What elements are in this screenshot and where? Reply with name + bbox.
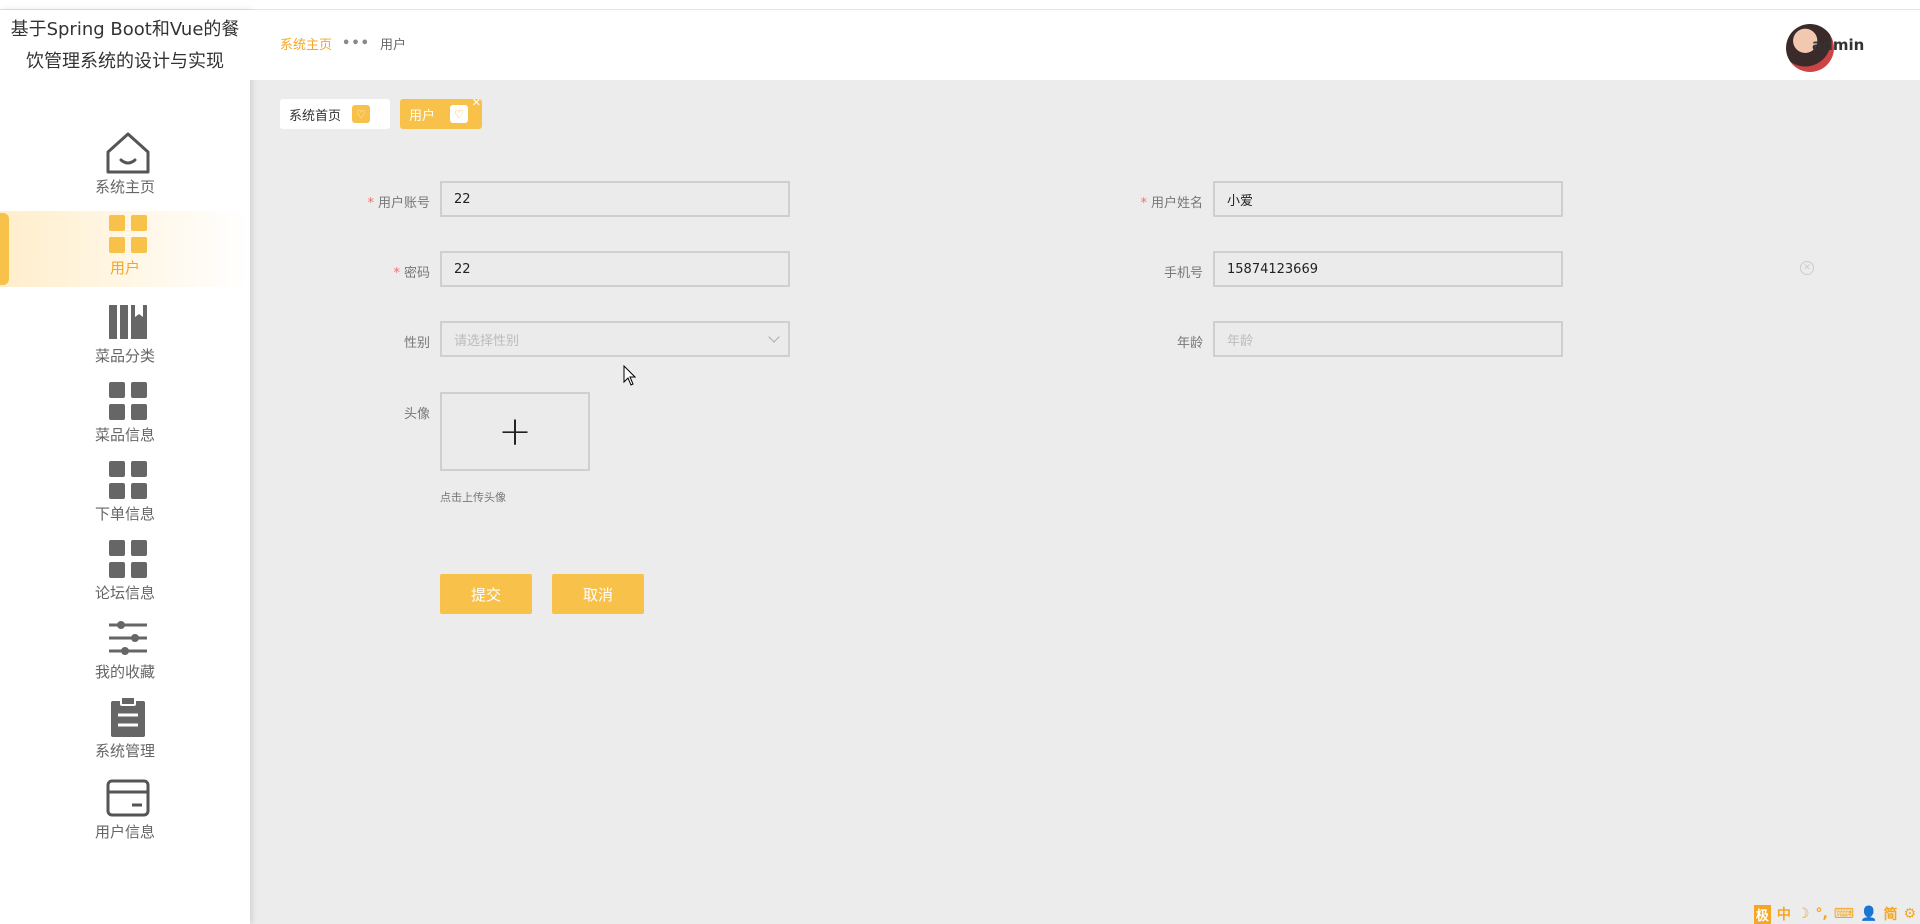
sidebar-item-label: 菜品信息 — [94, 426, 155, 444]
tab-home[interactable]: 系统首页 ♡ — [280, 99, 390, 129]
ime-simplified[interactable]: 简 — [1883, 904, 1897, 924]
sidebar-item-label: 我的收藏 — [94, 663, 155, 681]
sidebar-item-label: 系统管理 — [94, 742, 155, 760]
sidebar-item-system-admin[interactable]: 系统管理 — [0, 694, 250, 770]
heart-icon: ♡ — [352, 105, 370, 123]
sidebar-item-users[interactable]: 用户 — [0, 211, 250, 287]
plus-icon: + — [498, 408, 532, 455]
header: 系统主页 ••• 用户 admin — [250, 10, 1920, 80]
ime-logo-icon[interactable]: 极 — [1753, 904, 1771, 924]
cancel-button[interactable]: 取消 — [552, 574, 644, 614]
ime-toolbar: 极 中 ☽ °, ⌨ 👤 简 ⚙ — [1750, 904, 1920, 924]
breadcrumb-current: 用户 — [379, 38, 406, 53]
home-icon — [103, 130, 153, 176]
upload-tip: 点击上传头像 — [440, 491, 506, 504]
keyboard-icon[interactable]: ⌨ — [1834, 906, 1854, 922]
sidebar-item-label: 用户信息 — [94, 823, 155, 841]
breadcrumb-home[interactable]: 系统主页 — [280, 34, 332, 53]
password-input[interactable]: 22 — [440, 251, 790, 287]
clipboard-icon — [103, 694, 153, 740]
name-label: * 用户姓名 — [1140, 196, 1203, 211]
breadcrumb-separator: ••• — [342, 36, 370, 51]
chevron-down-icon — [768, 331, 780, 343]
grid-icon — [103, 457, 153, 503]
punctuation-icon[interactable]: °, — [1815, 906, 1827, 922]
phone-label: 手机号 — [1163, 266, 1203, 281]
sidebar: 基于Spring Boot和Vue的餐饮管理系统的设计与实现 系统主页 用户 菜… — [0, 10, 250, 924]
sidebar-item-label: 下单信息 — [94, 505, 155, 523]
account-input[interactable]: 22 — [440, 181, 790, 217]
sidebar-item-dish-category[interactable]: 菜品分类 — [0, 299, 250, 375]
grid-icon — [103, 536, 153, 582]
clear-icon[interactable]: ✕ — [1800, 261, 1814, 275]
gender-select[interactable]: 请选择性别 — [440, 321, 790, 357]
tab-users[interactable]: 用户 ♡ ✕ — [400, 96, 482, 129]
card-icon — [103, 775, 153, 821]
close-icon[interactable]: ✕ — [472, 96, 481, 109]
sidebar-item-user-info[interactable]: 用户信息 — [0, 775, 250, 851]
age-input[interactable]: 年龄 — [1213, 321, 1563, 357]
tab-label: 用户 — [409, 108, 436, 124]
submit-button[interactable]: 提交 — [440, 574, 532, 614]
ime-chinese-mode[interactable]: 中 — [1777, 904, 1791, 924]
gender-placeholder: 请选择性别 — [454, 333, 520, 349]
sidebar-item-forum-info[interactable]: 论坛信息 — [0, 536, 250, 612]
avatar-upload[interactable]: + — [440, 392, 590, 471]
age-label: 年龄 — [1176, 336, 1203, 351]
account-label: * 用户账号 — [367, 196, 430, 211]
sidebar-item-dish-info[interactable]: 菜品信息 — [0, 378, 250, 454]
grid-icon — [103, 211, 153, 257]
sidebar-item-label: 菜品分类 — [94, 347, 155, 365]
avatar-label: 头像 — [403, 407, 430, 422]
username[interactable]: admin — [1812, 36, 1864, 54]
sliders-icon — [103, 615, 153, 661]
phone-input[interactable]: 15874123669 — [1213, 251, 1563, 287]
breadcrumb: 系统主页 ••• 用户 — [280, 34, 406, 53]
app-title: 基于Spring Boot和Vue的餐饮管理系统的设计与实现 — [10, 19, 240, 72]
name-input[interactable]: 小爱 — [1213, 181, 1563, 217]
sidebar-item-label: 系统主页 — [94, 178, 155, 196]
gender-label: 性别 — [403, 336, 430, 351]
top-border — [0, 0, 1920, 10]
sidebar-item-home[interactable]: 系统主页 — [0, 130, 250, 206]
password-label: * 密码 — [393, 266, 430, 281]
heart-icon: ♡ — [450, 105, 468, 123]
tab-label: 系统首页 — [289, 108, 342, 124]
sidebar-item-label: 论坛信息 — [94, 584, 155, 602]
sidebar-item-order-info[interactable]: 下单信息 — [0, 457, 250, 533]
moon-icon[interactable]: ☽ — [1797, 906, 1810, 922]
gear-icon[interactable]: ⚙ — [1903, 906, 1916, 922]
grid-icon — [103, 378, 153, 424]
book-icon — [103, 299, 153, 345]
mouse-cursor-icon — [623, 365, 637, 386]
sidebar-item-favorites[interactable]: 我的收藏 — [0, 615, 250, 691]
sidebar-item-label: 用户 — [109, 259, 140, 277]
user-icon[interactable]: 👤 — [1860, 906, 1877, 922]
